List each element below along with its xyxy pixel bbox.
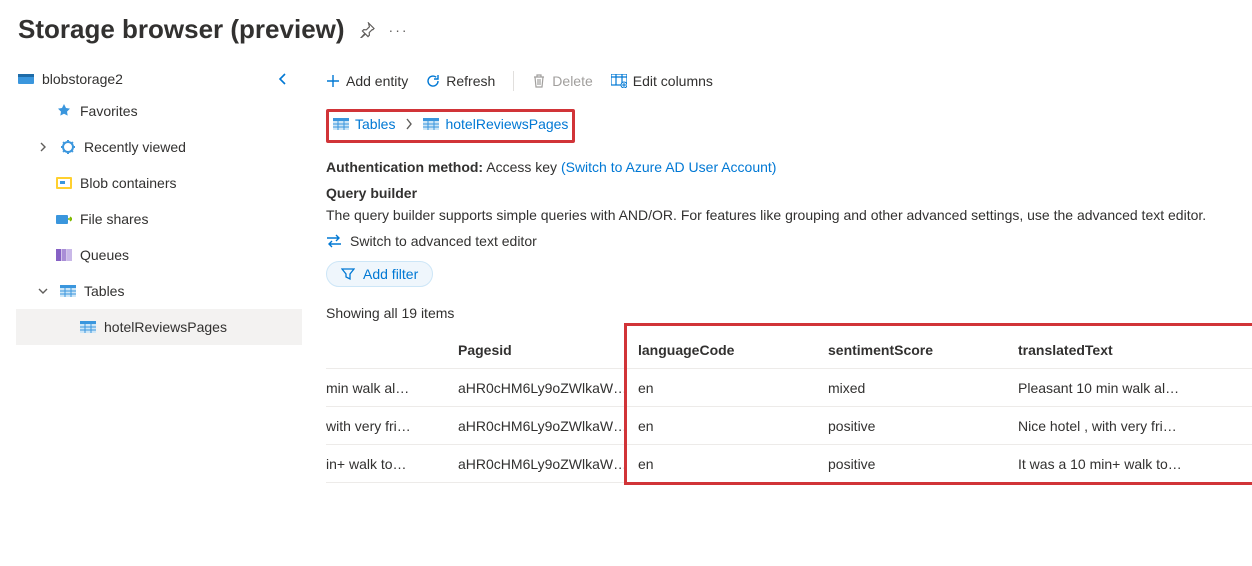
- toolbar: Add entity Refresh Delete Edit columns: [326, 63, 1252, 99]
- item-count: Showing all 19 items: [326, 305, 1252, 321]
- breadcrumb-current[interactable]: hotelReviewsPages: [423, 116, 568, 132]
- columns-icon: [611, 74, 627, 88]
- queue-icon: [56, 249, 72, 261]
- gear-clock-icon: [60, 139, 76, 155]
- cell: positive: [828, 418, 1018, 434]
- button-label: Switch to advanced text editor: [350, 233, 537, 249]
- table-row[interactable]: min walk al… aHR0cHM6Ly9oZWlkaW… en mixe…: [326, 369, 1252, 407]
- sidebar-item-file-shares[interactable]: File shares: [16, 201, 302, 237]
- sidebar-item-blob-containers[interactable]: Blob containers: [16, 165, 302, 201]
- filter-icon: [341, 267, 355, 281]
- query-builder-title: Query builder: [326, 185, 1252, 201]
- cell: with very fri…: [326, 418, 458, 434]
- refresh-icon: [426, 74, 440, 88]
- col-header[interactable]: languageCode: [638, 342, 828, 358]
- col-header[interactable]: sentimentScore: [828, 342, 1018, 358]
- cell: aHR0cHM6Ly9oZWlkaW…: [458, 418, 638, 434]
- auth-value: Access key: [486, 159, 557, 175]
- add-filter-button[interactable]: Add filter: [326, 261, 433, 287]
- cell: Nice hotel , with very fri…: [1018, 418, 1246, 434]
- page-header: Storage browser (preview) ···: [0, 0, 1252, 55]
- table-icon: [60, 285, 76, 297]
- cell: en: [638, 418, 828, 434]
- main-content: Add entity Refresh Delete Edit columns: [302, 55, 1252, 491]
- table-icon: [333, 118, 349, 130]
- star-icon: [56, 103, 72, 119]
- cell: in+ walk to…: [326, 456, 458, 472]
- switch-editor-button[interactable]: Switch to advanced text editor: [326, 233, 1252, 249]
- plus-icon: [326, 74, 340, 88]
- pin-icon[interactable]: [359, 22, 375, 38]
- cell: It was a 10 min+ walk to…: [1018, 456, 1246, 472]
- sidebar-label: Recently viewed: [84, 139, 186, 155]
- cell: en: [638, 380, 828, 396]
- cell: positive: [828, 456, 1018, 472]
- auth-label: Authentication method:: [326, 159, 483, 175]
- table-icon: [80, 321, 96, 333]
- breadcrumb-tables[interactable]: Tables: [333, 116, 395, 132]
- query-builder-description: The query builder supports simple querie…: [326, 207, 1252, 223]
- sidebar-item-queues[interactable]: Queues: [16, 237, 302, 273]
- sidebar-tree: Favorites Recently viewed Blob container…: [16, 93, 302, 345]
- button-label: Refresh: [446, 73, 495, 89]
- col-header[interactable]: Pagesid: [458, 342, 638, 358]
- data-table: Pagesid languageCode sentimentScore tran…: [326, 331, 1252, 483]
- table-icon: [423, 118, 439, 130]
- sidebar-label: Tables: [84, 283, 124, 299]
- sidebar-label: Queues: [80, 247, 129, 263]
- fileshare-icon: [56, 213, 72, 225]
- storage-account-name[interactable]: blobstorage2: [42, 71, 123, 87]
- add-entity-button[interactable]: Add entity: [326, 73, 408, 89]
- delete-button: Delete: [532, 73, 592, 89]
- sidebar-label: Blob containers: [80, 175, 177, 191]
- button-label: Edit columns: [633, 73, 713, 89]
- sidebar-item-favorites[interactable]: Favorites: [16, 93, 302, 129]
- sidebar-label: File shares: [80, 211, 148, 227]
- chevron-down-icon: [38, 286, 52, 296]
- breadcrumb: Tables hotelReviewsPages: [326, 109, 575, 143]
- button-label: Add filter: [363, 266, 418, 282]
- chevron-right-icon: [405, 118, 413, 130]
- cell: en: [638, 456, 828, 472]
- row-more-icon[interactable]: ···: [1246, 418, 1252, 434]
- row-more-icon[interactable]: ···: [1246, 456, 1252, 472]
- sidebar-item-hotelreviewspages[interactable]: hotelReviewsPages: [16, 309, 302, 345]
- row-more-icon[interactable]: ···: [1246, 380, 1252, 396]
- container-icon: [56, 177, 72, 189]
- sidebar-item-recently-viewed[interactable]: Recently viewed: [16, 129, 302, 165]
- cell: Pleasant 10 min walk al…: [1018, 380, 1246, 396]
- cell: min walk al…: [326, 380, 458, 396]
- col-header[interactable]: translatedText: [1018, 342, 1246, 358]
- toolbar-separator: [513, 71, 514, 91]
- cell: mixed: [828, 380, 1018, 396]
- sidebar: blobstorage2 Favorites Recently vie: [0, 55, 302, 491]
- breadcrumb-label: Tables: [355, 116, 395, 132]
- sidebar-label: Favorites: [80, 103, 138, 119]
- storage-account-icon: [18, 72, 34, 86]
- collapse-sidebar-icon[interactable]: [278, 72, 288, 86]
- table-row[interactable]: in+ walk to… aHR0cHM6Ly9oZWlkaW… en posi…: [326, 445, 1252, 483]
- auth-method-line: Authentication method: Access key (Switc…: [326, 159, 1252, 175]
- swap-icon: [326, 234, 342, 248]
- table-row[interactable]: with very fri… aHR0cHM6Ly9oZWlkaW… en po…: [326, 407, 1252, 445]
- sidebar-label: hotelReviewsPages: [104, 319, 227, 335]
- more-icon[interactable]: ···: [389, 22, 409, 38]
- table-header-row: Pagesid languageCode sentimentScore tran…: [326, 331, 1252, 369]
- button-label: Delete: [552, 73, 592, 89]
- chevron-right-icon: [38, 142, 52, 152]
- cell: aHR0cHM6Ly9oZWlkaW…: [458, 456, 638, 472]
- edit-columns-button[interactable]: Edit columns: [611, 73, 713, 89]
- cell: aHR0cHM6Ly9oZWlkaW…: [458, 380, 638, 396]
- trash-icon: [532, 74, 546, 88]
- breadcrumb-label: hotelReviewsPages: [445, 116, 568, 132]
- page-title: Storage browser (preview): [18, 14, 345, 45]
- refresh-button[interactable]: Refresh: [426, 73, 495, 89]
- sidebar-item-tables[interactable]: Tables: [16, 273, 302, 309]
- button-label: Add entity: [346, 73, 408, 89]
- switch-auth-link[interactable]: (Switch to Azure AD User Account): [561, 159, 777, 175]
